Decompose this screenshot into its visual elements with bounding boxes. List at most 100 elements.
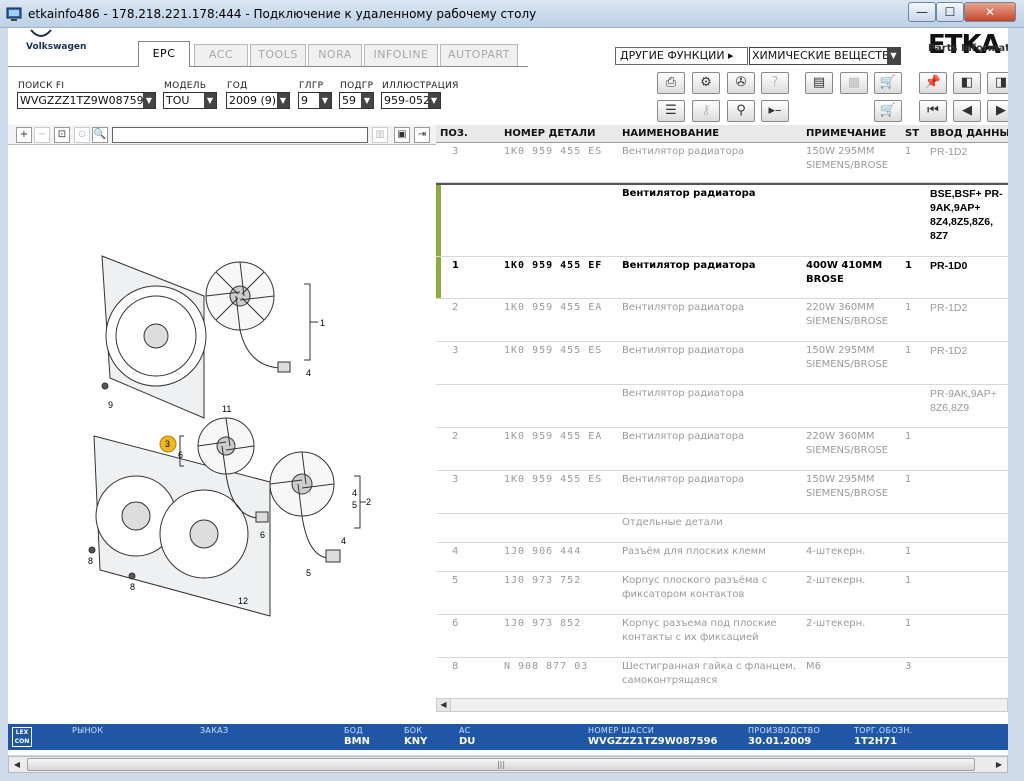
tab-epc[interactable]: EPC (138, 41, 190, 67)
col-header-pos[interactable]: ПОЗ. (440, 128, 468, 139)
minimize-button[interactable]: — (908, 2, 936, 22)
col-header-note[interactable]: ПРИМЕЧАНИЕ (806, 128, 886, 139)
illustration-toolbar: + − ⊡ ⊙ 🔍 ▥ ▣ ⇥ (8, 125, 436, 145)
scrollbar-thumb[interactable]: ||| (27, 758, 975, 771)
selection-marker (436, 257, 441, 298)
callout-label[interactable]: 5 (306, 568, 311, 578)
cell-part-number: 1J0 906 444 (504, 546, 582, 557)
table-row[interactable]: 8 N 908 877 03 Шестигранная гайка с фланце… (436, 658, 1008, 697)
year-select[interactable]: 2009 (9) ▼ (226, 92, 290, 109)
callout-label[interactable]: 8 (130, 582, 135, 592)
callout-label[interactable]: 2 (366, 497, 371, 507)
table-row[interactable]: 2 1K0 959 455 EA Вентилятор радиатора 220W … (436, 428, 1008, 471)
table-row[interactable]: 3 1K0 959 455 ES Вентилятор радиатора 150W … (436, 342, 1008, 385)
next-page-button[interactable]: ▶ (987, 100, 1008, 122)
book-next-button[interactable]: ◨ (987, 72, 1008, 94)
table-row[interactable]: Вентилятор радиатора BSE,BSF+ PR-9AK,9AP+… (436, 183, 1008, 257)
table-horizontal-scrollbar[interactable]: ◀ (436, 698, 1008, 712)
callout-label[interactable]: 4 (352, 488, 357, 498)
cell-name: Вентилятор радиатора (622, 146, 745, 157)
search-button[interactable]: 🔍 (92, 127, 108, 143)
table-row[interactable]: 2 1K0 959 455 EA Вентилятор радиатора 220W … (436, 299, 1008, 342)
tab-infoline[interactable]: INFOLINE (364, 44, 438, 66)
cell-part-number: 1K0 959 455 EA (504, 431, 603, 442)
tools-button[interactable]: ✇ (727, 72, 755, 94)
zoom-fit-button[interactable]: ⊡ (54, 127, 70, 143)
callout-label[interactable]: 1 (320, 318, 325, 328)
illustration-select[interactable]: 959-052 ▼ (381, 92, 441, 109)
maximize-button[interactable]: ☐ (936, 2, 964, 22)
table-row[interactable]: 3 1K0 959 455 ES Вентилятор радиатора 150W … (436, 143, 1008, 183)
main-group-select[interactable]: 9 ▼ (298, 92, 332, 109)
zoom-out-button[interactable]: − (34, 127, 50, 143)
callout-label[interactable]: 9 (108, 400, 113, 410)
window-horizontal-scrollbar[interactable]: ◀ ||| ▶ (8, 756, 1008, 773)
callout-label[interactable]: 11 (222, 404, 231, 414)
tab-tools[interactable]: TOOLS (250, 44, 306, 66)
help-button[interactable]: ? (761, 72, 789, 94)
callout-label[interactable]: 4 (306, 368, 311, 378)
book-back-button[interactable]: ◧ (953, 72, 981, 94)
zoom-in-button[interactable]: + (16, 127, 32, 143)
table-row[interactable]: 4 1J0 906 444 Разъём для плоских клемм 4-шт… (436, 543, 1008, 572)
table-row[interactable]: 5 1J0 973 752 Корпус плоского разъёма с фи… (436, 572, 1008, 615)
table-row[interactable]: 1 1K0 959 455 EF Вентилятор радиатора 400W … (436, 257, 1008, 299)
scroll-left-icon[interactable]: ◀ (9, 758, 25, 771)
show-table-button[interactable]: ▥ (372, 127, 388, 143)
model-select[interactable]: TOU ▼ (163, 92, 217, 109)
elsa-button[interactable]: ▤ (805, 72, 833, 94)
callout-label[interactable]: 3 (165, 439, 170, 449)
ac-value: DU (459, 736, 476, 747)
chevron-down-icon: ▼ (319, 93, 331, 108)
chemicals-select[interactable]: ХИМИЧЕСКИЕ ВЕЩЕСТВА ▼ (749, 47, 901, 65)
tab-autopart[interactable]: AUTOPART (440, 44, 518, 66)
cell-note: 220W 360MM SIEMENS/BROSE (806, 431, 889, 456)
other-functions-button[interactable]: ДРУГИЕ ФУНКЦИИ ▸ (615, 47, 748, 65)
subgroup-select[interactable]: 59 ▼ (339, 92, 374, 109)
zoom-reset-button[interactable]: ⊙ (74, 127, 90, 143)
cell-name: Шестигранная гайка с фланцем, самоконтря… (622, 661, 796, 686)
callout-label[interactable]: 12 (238, 596, 248, 606)
tab-nora[interactable]: NORA (308, 44, 362, 66)
col-header-st[interactable]: ST (905, 128, 919, 139)
table-row[interactable]: Отдельные детали (436, 514, 1008, 543)
fi-search-select[interactable]: WVGZZZ1TZ9W087596 ▼ (17, 92, 156, 109)
table-row[interactable]: 6 1J0 973 852 Корпус разъема под плоские к… (436, 615, 1008, 658)
cart-button[interactable]: 🛒 (874, 100, 902, 122)
cart-icon: 🛒 (879, 103, 897, 118)
callout-label[interactable]: 5 (352, 500, 357, 510)
print-button[interactable]: ⎙ (657, 72, 685, 94)
parts-illustration[interactable]: 1 4 9 11 3 6 4 2 5 6 4 8 5 8 12 (8, 146, 436, 726)
pin-button[interactable]: 📌 (919, 72, 947, 94)
tab-acc[interactable]: ACC (194, 44, 248, 66)
expand-button[interactable]: ⇥ (414, 127, 430, 143)
vehicle-button[interactable]: ⚲ (727, 100, 755, 122)
bod-value: BMN (344, 736, 370, 747)
play-minus-button[interactable]: ▸– (761, 100, 789, 122)
parts-info-button[interactable]: ⚙ (692, 72, 720, 94)
col-header-input[interactable]: ВВОД ДАННЫХ (930, 128, 1008, 139)
key-icon: ⚷ (701, 103, 711, 118)
depot-button[interactable]: ▦ (840, 72, 868, 94)
table-row[interactable]: 3 1K0 959 455 ES Вентилятор радиатора 150W … (436, 471, 1008, 514)
first-page-button[interactable]: ⏮ (919, 100, 947, 122)
scroll-left-icon[interactable]: ◀ (437, 699, 451, 711)
cart-add-button[interactable]: 🛒 (874, 72, 902, 94)
col-header-name[interactable]: НАИМЕНОВАНИЕ (622, 128, 719, 139)
scroll-right-icon[interactable]: ▶ (991, 758, 1007, 771)
col-header-part-number[interactable]: НОМЕР ДЕТАЛИ (504, 128, 595, 139)
close-button[interactable]: ✕ (964, 2, 1016, 22)
callout-label[interactable]: 6 (260, 530, 265, 540)
cell-note: 2-штекерн. (806, 575, 866, 586)
chemicals-select-value: ХИМИЧЕСКИЕ ВЕЩЕСТВА (752, 49, 898, 62)
previous-page-button[interactable]: ◀ (953, 100, 981, 122)
callout-label[interactable]: 6 (178, 450, 183, 460)
callout-label[interactable]: 8 (88, 556, 93, 566)
split-view-button[interactable]: ▣ (394, 127, 410, 143)
callout-label[interactable]: 4 (341, 536, 346, 546)
key-button[interactable]: ⚷ (692, 100, 720, 122)
list-view-button[interactable]: ☰ (657, 100, 685, 122)
table-row[interactable]: Вентилятор радиатора PR-9AK,9AP+ 8Z6,8Z9 (436, 385, 1008, 428)
illustration-label: ИЛЛЮСТРАЦИЯ (382, 81, 459, 91)
illustration-search-input[interactable] (112, 127, 368, 143)
